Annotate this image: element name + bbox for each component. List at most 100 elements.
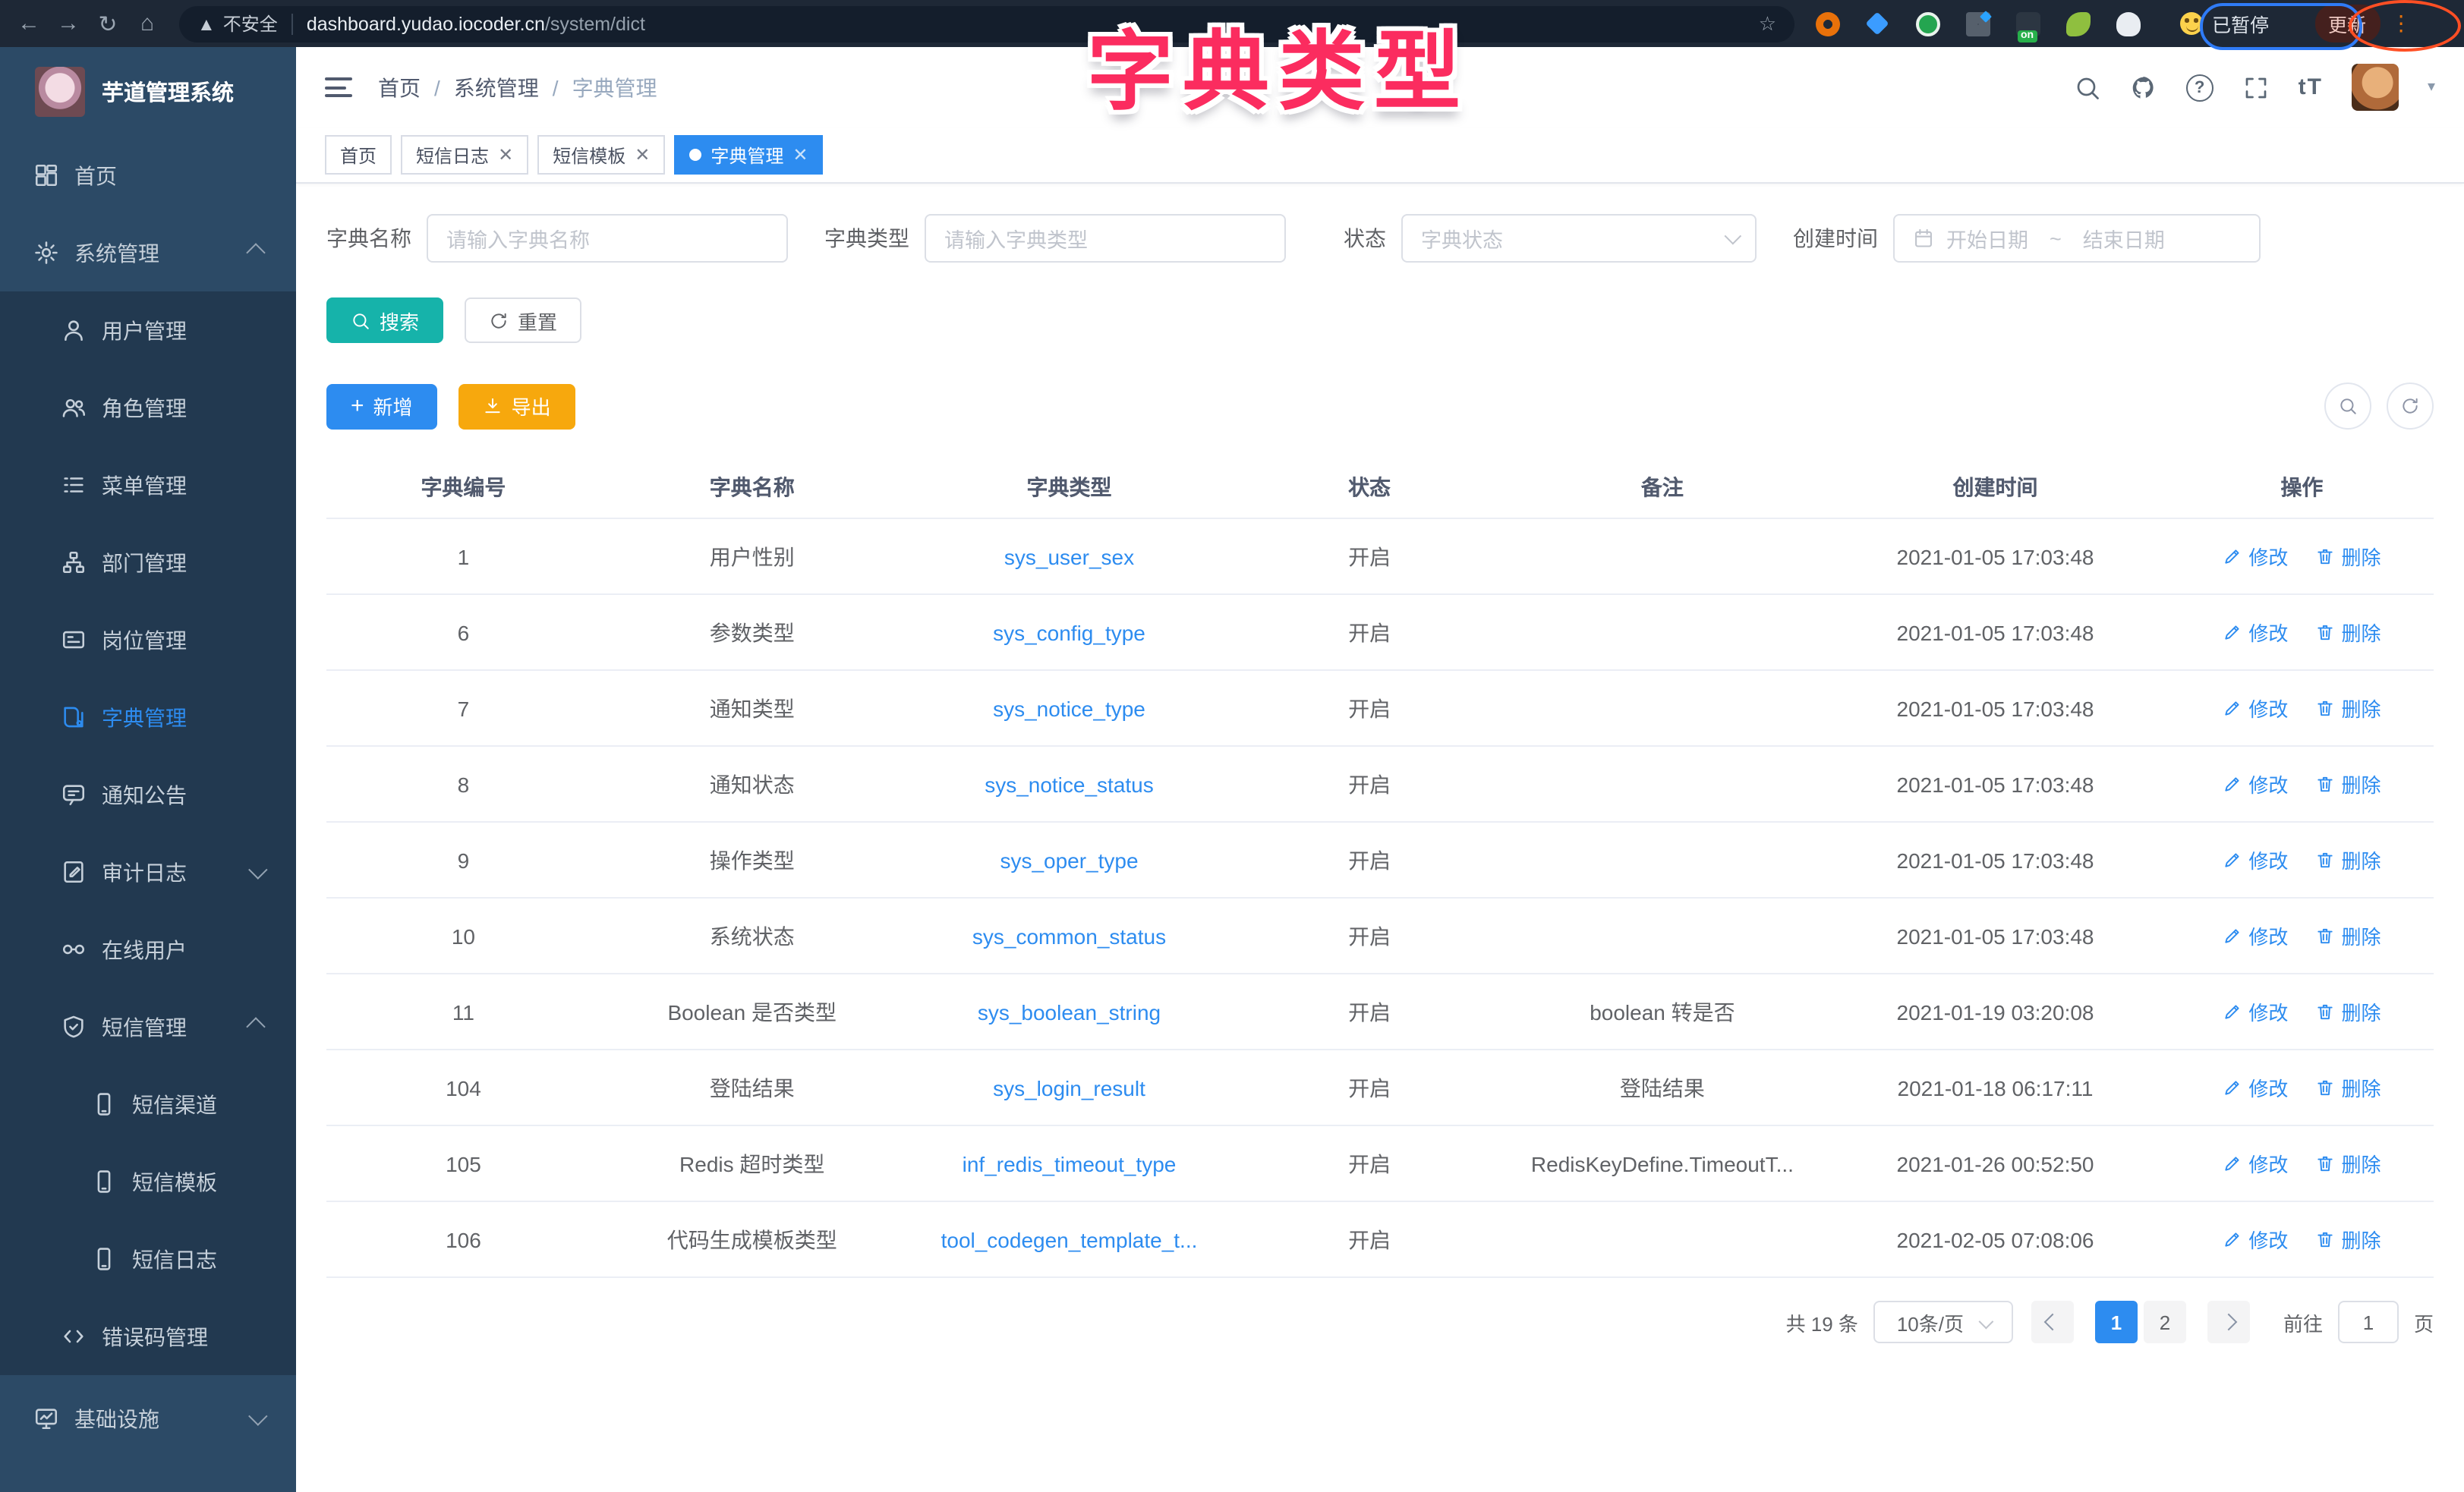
extension-icon[interactable] (2116, 11, 2141, 36)
status-select[interactable]: 字典状态 (1401, 214, 1757, 263)
extension-icon[interactable] (1966, 11, 1990, 36)
browser-back-icon[interactable]: ← (9, 11, 49, 36)
github-icon[interactable] (2130, 74, 2157, 101)
trash-icon (2315, 1078, 2335, 1097)
sidebar-item-monitor[interactable]: 基础设施 (0, 1380, 296, 1457)
update-button[interactable]: 更新 (2314, 5, 2380, 42)
edit-link[interactable]: 修改 (2223, 1073, 2288, 1102)
tab-首页[interactable]: 首页 (325, 135, 392, 175)
sidebar-item-badge[interactable]: 岗位管理 (0, 601, 296, 678)
edit-link[interactable]: 修改 (2223, 845, 2288, 874)
dict-type-link[interactable]: sys_common_status (972, 924, 1166, 948)
editdoc-icon (61, 859, 87, 885)
next-page-button[interactable] (2207, 1301, 2250, 1343)
extension-icon[interactable] (1916, 11, 1940, 36)
dict-type-link[interactable]: sys_config_type (993, 620, 1145, 644)
dict-type-link[interactable]: sys_notice_status (985, 772, 1154, 796)
hamburger-icon[interactable] (325, 77, 352, 97)
sidebar-item-message[interactable]: 通知公告 (0, 756, 296, 833)
dict-type-link[interactable]: sys_login_result (993, 1075, 1145, 1100)
sidebar-item-linkring[interactable]: 在线用户 (0, 911, 296, 988)
table-search-button[interactable] (2324, 382, 2371, 430)
edit-link[interactable]: 修改 (2223, 542, 2288, 571)
tab-短信模板[interactable]: 短信模板✕ (537, 135, 665, 175)
goto-page-input[interactable]: 1 (2338, 1301, 2399, 1343)
close-icon[interactable]: ✕ (635, 144, 650, 165)
breadcrumb-home[interactable]: 首页 (378, 72, 421, 102)
extension-icon[interactable] (1816, 11, 1840, 36)
sidebar-item-phone[interactable]: 短信模板 (0, 1143, 296, 1220)
browser-forward-icon[interactable]: → (49, 11, 88, 36)
address-bar[interactable]: ▲ 不安全 dashboard.yudao.iocoder.cn /system… (179, 5, 1794, 42)
close-icon[interactable]: ✕ (792, 144, 808, 165)
sidebar-item-phone[interactable]: 短信渠道 (0, 1065, 296, 1143)
delete-link[interactable]: 删除 (2315, 770, 2381, 798)
bookmark-star-icon[interactable]: ☆ (1759, 11, 1776, 36)
delete-link[interactable]: 删除 (2315, 694, 2381, 722)
edit-link[interactable]: 修改 (2223, 997, 2288, 1026)
sidebar-item-phone[interactable]: 短信日志 (0, 1220, 296, 1298)
dict-type-input[interactable]: 请输入字典类型 (925, 214, 1286, 263)
search-button[interactable]: 搜索 (326, 297, 443, 343)
prev-page-button[interactable] (2031, 1301, 2074, 1343)
browser-home-icon[interactable]: ⌂ (128, 11, 167, 36)
add-button[interactable]: +新增 (326, 383, 437, 429)
delete-link[interactable]: 删除 (2315, 845, 2381, 874)
delete-link[interactable]: 删除 (2315, 1225, 2381, 1254)
edit-link[interactable]: 修改 (2223, 694, 2288, 722)
sidebar-item-list[interactable]: 菜单管理 (0, 446, 296, 524)
screen: 字典类型 ← → ↻ ⌂ ▲ 不安全 dashboard.yudao.iocod… (0, 0, 2464, 1492)
extension-icon[interactable] (2016, 11, 2040, 36)
dict-type-link[interactable]: inf_redis_timeout_type (963, 1151, 1177, 1176)
extension-icon[interactable] (1866, 11, 1890, 36)
dict-type-link[interactable]: sys_oper_type (1000, 848, 1138, 872)
search-icon[interactable] (2074, 74, 2101, 101)
edit-link[interactable]: 修改 (2223, 770, 2288, 798)
dict-name-input[interactable]: 请输入字典名称 (427, 214, 788, 263)
delete-link[interactable]: 删除 (2315, 997, 2381, 1026)
table-refresh-button[interactable] (2387, 382, 2434, 430)
dict-type-link[interactable]: sys_notice_type (993, 696, 1145, 720)
browser-menu-icon[interactable]: ⋮ (2390, 11, 2412, 36)
app-logo[interactable]: 芋道管理系统 (0, 47, 296, 137)
reset-button[interactable]: 重置 (465, 297, 581, 343)
date-range-input[interactable]: 开始日期 ~ 结束日期 (1893, 214, 2261, 263)
sidebar-item-gear[interactable]: 系统管理 (0, 214, 296, 291)
dict-type-link[interactable]: tool_codegen_template_t... (941, 1227, 1198, 1251)
sidebar-item-users[interactable]: 角色管理 (0, 369, 296, 446)
tab-字典管理[interactable]: 字典管理✕ (674, 135, 823, 175)
sidebar-item-code[interactable]: 错误码管理 (0, 1298, 296, 1375)
delete-link[interactable]: 删除 (2315, 542, 2381, 571)
sidebar-item-book-active[interactable]: 字典管理 (0, 678, 296, 756)
sidebar-item-user[interactable]: 用户管理 (0, 291, 296, 369)
delete-link[interactable]: 删除 (2315, 921, 2381, 950)
edit-link[interactable]: 修改 (2223, 921, 2288, 950)
sidebar-item-tree[interactable]: 部门管理 (0, 524, 296, 601)
export-button[interactable]: 导出 (458, 383, 575, 429)
page-button-2[interactable]: 2 (2144, 1301, 2186, 1343)
delete-link[interactable]: 删除 (2315, 618, 2381, 647)
sidebar-item-shield[interactable]: 短信管理 (0, 988, 296, 1065)
help-icon[interactable]: ? (2186, 74, 2214, 101)
page-size-select[interactable]: 10条/页 (1873, 1301, 2013, 1343)
close-icon[interactable]: ✕ (498, 144, 513, 165)
edit-link[interactable]: 修改 (2223, 1149, 2288, 1178)
font-size-icon[interactable]: tT (2299, 74, 2323, 100)
sidebar-item-editdoc[interactable]: 审计日志 (0, 833, 296, 911)
browser-reload-icon[interactable]: ↻ (88, 10, 128, 37)
fullscreen-icon[interactable] (2242, 74, 2270, 101)
tab-短信日志[interactable]: 短信日志✕ (401, 135, 528, 175)
user-avatar[interactable] (2352, 64, 2399, 111)
avatar-caret-icon[interactable]: ▾ (2428, 79, 2435, 96)
sidebar-item-dashboard[interactable]: 首页 (0, 137, 296, 214)
edit-link[interactable]: 修改 (2223, 618, 2288, 647)
profile-paused-button[interactable]: 已暂停 (2165, 5, 2284, 42)
delete-link[interactable]: 删除 (2315, 1149, 2381, 1178)
extension-icon[interactable] (2066, 11, 2091, 36)
edit-link[interactable]: 修改 (2223, 1225, 2288, 1254)
breadcrumb-section[interactable]: 系统管理 (454, 72, 539, 102)
dict-type-link[interactable]: sys_boolean_string (978, 999, 1161, 1024)
page-button-1[interactable]: 1 (2095, 1301, 2138, 1343)
delete-link[interactable]: 删除 (2315, 1073, 2381, 1102)
dict-type-link[interactable]: sys_user_sex (1004, 544, 1134, 568)
